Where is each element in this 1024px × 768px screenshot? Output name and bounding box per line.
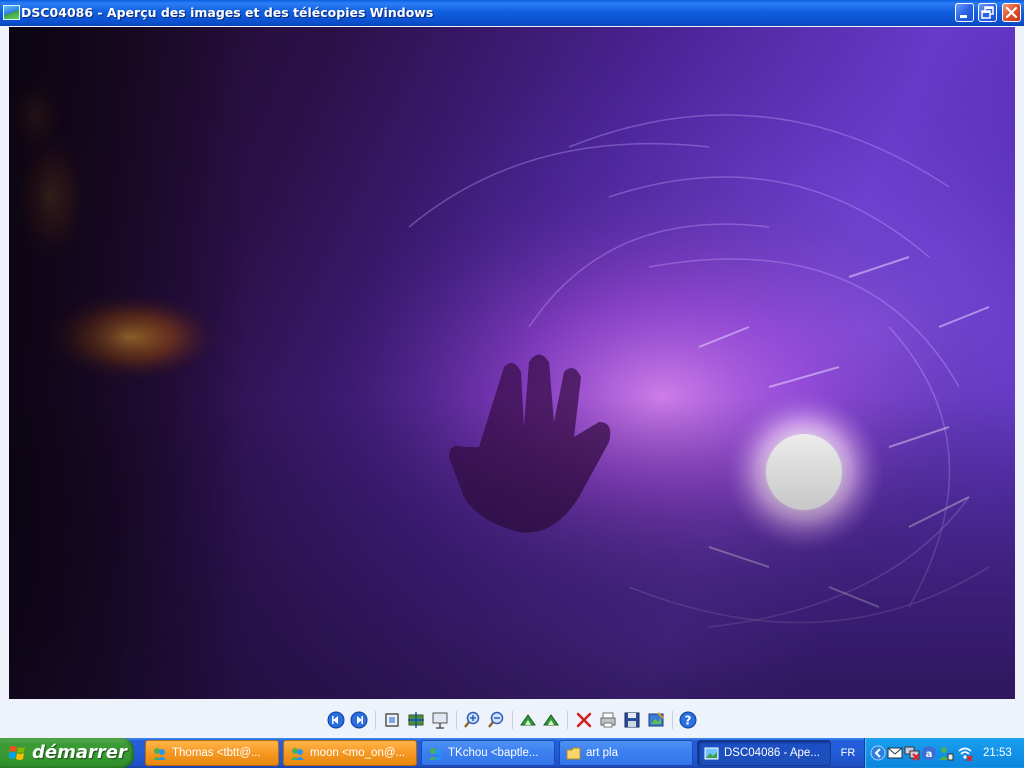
language-indicator[interactable]: FR xyxy=(835,738,861,768)
viewer-toolbar: ? xyxy=(0,702,1024,738)
messenger-icon xyxy=(291,748,304,760)
start-label: démarrer xyxy=(32,742,127,763)
mail-icon[interactable] xyxy=(887,745,903,761)
previous-icon xyxy=(327,711,345,729)
zoom-in-icon xyxy=(464,711,480,728)
taskbar-item-label: moon <mo_on@... xyxy=(310,747,406,759)
taskbar-item-label: TKchou <baptle... xyxy=(448,747,539,759)
toolbar-separator xyxy=(512,711,513,729)
taskbar-item-art-pla[interactable]: art pla xyxy=(559,740,693,766)
photo-display[interactable] xyxy=(9,27,1015,699)
system-tray: a 21:53 xyxy=(864,738,1024,768)
best-fit-button[interactable] xyxy=(382,710,402,730)
toolbar-separator xyxy=(375,711,376,729)
help-icon: ? xyxy=(679,711,697,729)
rotate-counterclockwise-icon xyxy=(543,714,559,726)
taskbar-item-tkchou[interactable]: TKchou <baptle... xyxy=(421,740,555,766)
wireless-network-icon[interactable] xyxy=(957,745,973,761)
slide-show-button[interactable] xyxy=(430,710,450,730)
rotate-counterclockwise-button[interactable] xyxy=(541,710,561,730)
start-button[interactable]: démarrer xyxy=(0,738,134,768)
rotate-clockwise-icon xyxy=(520,714,536,726)
network-disconnected-icon[interactable] xyxy=(904,745,920,761)
zoom-in-button[interactable] xyxy=(462,710,482,730)
next-image-button[interactable] xyxy=(349,710,369,730)
taskbar-item-label: Thomas <tbtt@... xyxy=(172,747,261,759)
taskbar-item-label: DSC04086 - Ape... xyxy=(724,747,820,759)
edit-image-icon xyxy=(648,712,664,727)
taskbar-item-thomas[interactable]: Thomas <tbtt@... xyxy=(145,740,279,766)
taskbar-item-label: art pla xyxy=(586,747,618,759)
copy-to-button[interactable] xyxy=(622,710,642,730)
windows-logo-icon xyxy=(9,746,25,760)
messenger-icon xyxy=(429,748,442,760)
close-icon xyxy=(1005,6,1018,19)
close-button[interactable] xyxy=(1002,3,1021,22)
previous-image-button[interactable] xyxy=(326,710,346,730)
best-fit-icon xyxy=(385,713,399,727)
delete-icon xyxy=(576,712,592,728)
clock[interactable]: 21:53 xyxy=(983,738,1012,768)
svg-text:a: a xyxy=(926,749,933,760)
photo-image xyxy=(9,27,1015,699)
save-icon xyxy=(624,712,640,728)
rotate-clockwise-button[interactable] xyxy=(518,710,538,730)
delete-button[interactable] xyxy=(574,710,594,730)
messenger-icon xyxy=(153,748,166,760)
taskbar-item-image-viewer[interactable]: DSC04086 - Ape... xyxy=(697,740,831,766)
taskbar: démarrer Thomas <tbtt@... moon <mo_on@..… xyxy=(0,738,1024,768)
minimize-icon xyxy=(960,15,967,18)
toolbar-separator xyxy=(567,711,568,729)
toolbar-separator xyxy=(456,711,457,729)
svg-text:?: ? xyxy=(685,714,692,728)
restore-icon xyxy=(981,6,994,19)
next-icon xyxy=(350,711,368,729)
image-viewer-icon xyxy=(3,5,20,20)
messenger-status-icon[interactable]: a xyxy=(921,745,937,761)
open-for-editing-button[interactable] xyxy=(646,710,666,730)
toolbar-separator xyxy=(672,711,673,729)
window-title: DSC04086 - Aperçu des images et des télé… xyxy=(21,5,434,20)
actual-size-button[interactable] xyxy=(406,710,426,730)
help-button[interactable]: ? xyxy=(678,710,698,730)
slide-show-icon xyxy=(432,712,448,729)
zoom-out-icon xyxy=(488,711,504,728)
print-icon xyxy=(600,712,616,728)
show-hidden-icons-icon[interactable] xyxy=(870,745,886,761)
restore-button[interactable] xyxy=(978,3,997,22)
folder-icon xyxy=(566,747,581,760)
print-button[interactable] xyxy=(598,710,618,730)
title-bar[interactable]: DSC04086 - Aperçu des images et des télé… xyxy=(0,0,1024,26)
taskbar-item-moon[interactable]: moon <mo_on@... xyxy=(283,740,417,766)
minimize-button[interactable] xyxy=(955,3,974,22)
buddy-icon[interactable] xyxy=(938,745,954,761)
zoom-out-button[interactable] xyxy=(486,710,506,730)
actual-size-icon xyxy=(408,712,424,728)
image-viewer-icon xyxy=(704,747,719,760)
